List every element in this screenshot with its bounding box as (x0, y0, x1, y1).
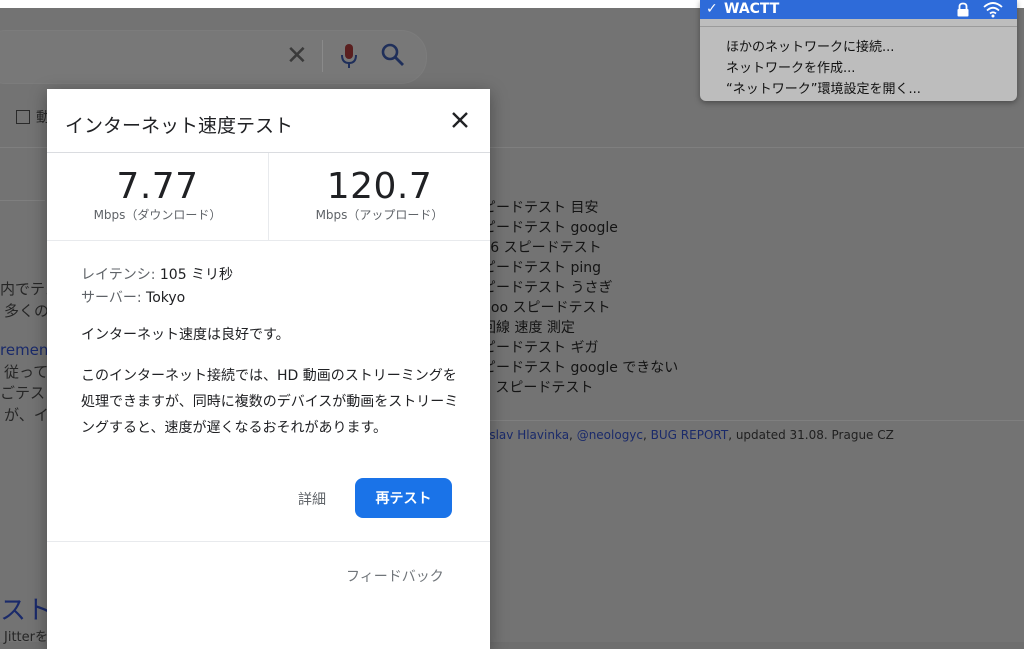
related-search-item: 回線 速度 測定 (482, 320, 575, 336)
result-snippet: 多くの (4, 302, 50, 320)
wifi-network-selected[interactable]: ✓ WACTT (700, 0, 1017, 19)
credit-updated: , updated 31.08. Prague CZ (728, 428, 894, 442)
server-line: サーバー: Tokyo (81, 287, 185, 307)
check-icon: ✓ (706, 1, 718, 17)
credit-line: oslav Hlavinka, @neologyc, BUG REPORT, u… (482, 428, 894, 442)
related-search-item: ピードテスト ping (482, 260, 601, 276)
upload-result: 120.7 Mbps（アップロード） (269, 153, 490, 240)
microphone-icon (341, 44, 357, 68)
speed-results: 7.77 Mbps（ダウンロード） 120.7 Mbps（アップロード） (47, 153, 490, 241)
related-search-item: ピードテスト google できない (482, 360, 679, 376)
download-unit: Mbps（ダウンロード） (93, 208, 222, 222)
download-value: 7.77 (116, 166, 199, 207)
divider (482, 420, 1024, 421)
server-value: Tokyo (141, 290, 186, 306)
retest-button[interactable]: 再テスト (355, 478, 452, 518)
menu-item-join-other-network[interactable]: ほかのネットワークに接続... (726, 36, 894, 55)
related-search-item: ピードテスト 目安 (482, 200, 599, 216)
related-search-item: ピードテスト google (482, 220, 618, 236)
wifi-menu: ✓ WACTT ほかのネットワークに接続... ネットワークを作成... “ネッ… (700, 0, 1017, 101)
related-search-item: hoo スピードテスト (482, 300, 611, 316)
download-result: 7.77 Mbps（ダウンロード） (47, 153, 269, 240)
result-snippet: Jitterを (4, 630, 48, 645)
speed-test-dialog: インターネット速度テスト 7.77 Mbps（ダウンロード） 120.7 Mbp… (47, 89, 490, 649)
divider (0, 200, 45, 201)
wifi-signal-icon (983, 2, 1003, 18)
dialog-header: インターネット速度テスト (47, 89, 490, 153)
clear-search-icon: ✕ (286, 41, 308, 71)
feedback-link[interactable]: フィードバック (346, 566, 444, 586)
speed-description: このインターネット接続では、HD 動画のストリーミングを処理できますが、同時に複… (81, 368, 459, 436)
speed-status: インターネット速度は良好です。 (81, 327, 290, 343)
search-separator (322, 40, 323, 72)
video-tab-icon (16, 110, 30, 124)
menu-item-create-network[interactable]: ネットワークを作成... (726, 57, 855, 76)
related-search-item: ピードテスト うさぎ (482, 280, 613, 296)
result-snippet: が、イ (4, 406, 49, 424)
search-icon (381, 43, 404, 66)
credit-bug-report: BUG REPORT (650, 428, 729, 442)
upload-unit: Mbps（アップロード） (315, 208, 444, 222)
details-link[interactable]: 詳細 (298, 489, 326, 509)
related-search-item: ピードテスト ギガ (482, 340, 599, 356)
upload-value: 120.7 (326, 166, 433, 207)
related-search-item: v6 スピードテスト (482, 240, 602, 256)
close-icon[interactable] (447, 107, 473, 133)
credit-author: oslav Hlavinka (482, 428, 570, 442)
lock-icon (957, 2, 969, 17)
latency-line: レイテンシ: 105 ミリ秒 (81, 264, 233, 284)
server-label: サーバー: (81, 290, 142, 306)
menu-divider (700, 26, 1017, 27)
related-search-item: n スピードテスト (482, 380, 594, 396)
dialog-title: インターネット速度テスト (65, 115, 294, 137)
latency-value: 105 ミリ秒 (155, 267, 234, 283)
search-bar (0, 30, 427, 84)
result-snippet: 従って (4, 363, 49, 381)
wifi-network-name: WACTT (724, 1, 780, 17)
latency-label: レイテンシ: (81, 267, 156, 283)
credit-handle: @neologyc (576, 428, 644, 442)
related-searches: ピードテスト 目安 ピードテスト google v6 スピードテスト ピードテス… (482, 198, 782, 398)
footer-divider (47, 541, 490, 542)
menu-item-open-network-preferences[interactable]: “ネットワーク”環境設定を開く... (726, 78, 921, 97)
